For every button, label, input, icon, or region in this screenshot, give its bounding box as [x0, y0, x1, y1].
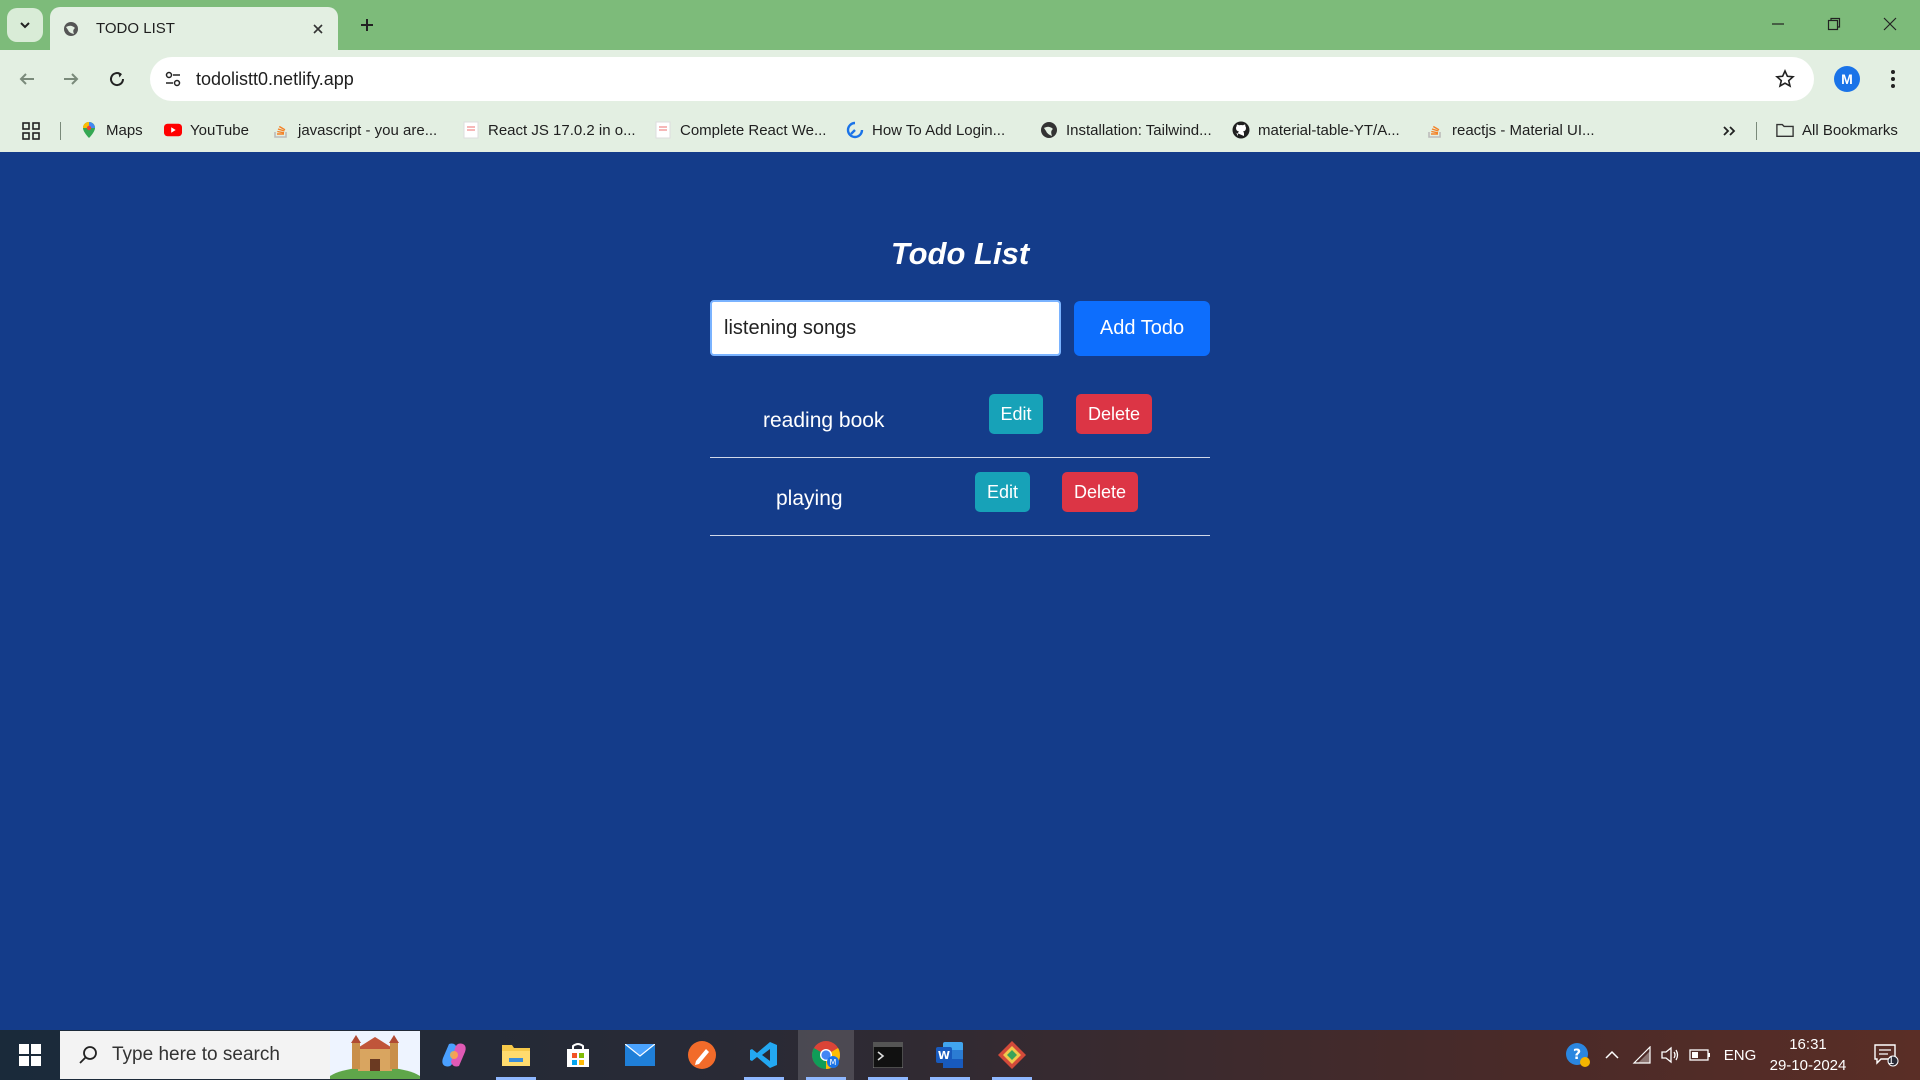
vscode-icon[interactable] [736, 1030, 792, 1080]
start-button[interactable] [0, 1030, 60, 1080]
mail-icon[interactable] [612, 1030, 668, 1080]
reload-button[interactable] [102, 64, 132, 94]
search-icon [76, 1043, 100, 1067]
page-icon [462, 121, 480, 139]
url-text[interactable]: todolistt0.netlify.app [196, 69, 1770, 90]
language-indicator[interactable]: ENG [1720, 1030, 1760, 1080]
todo-item: reading book Edit Delete [710, 394, 1210, 458]
bookmark-youtube[interactable]: YouTube [164, 116, 249, 144]
back-button[interactable] [12, 64, 42, 94]
stackoverflow-icon [272, 121, 290, 139]
chevron-up-icon[interactable] [1598, 1030, 1626, 1080]
tab-search-button[interactable] [7, 8, 43, 42]
todo-text: reading book [763, 409, 885, 432]
page-title: Todo List [890, 236, 1030, 271]
store-icon[interactable] [550, 1030, 606, 1080]
minimize-icon [1772, 23, 1784, 25]
taskbar-search[interactable]: Type here to search [60, 1031, 420, 1079]
github-icon [1232, 121, 1250, 139]
address-bar[interactable]: todolistt0.netlify.app [150, 57, 1814, 101]
windows-logo-icon [19, 1044, 41, 1066]
page-content: Todo List Add Todo reading book Edit Del… [0, 152, 1920, 1030]
tab-title: TODO LIST [96, 20, 175, 37]
chevron-double-right-icon[interactable] [1716, 118, 1742, 144]
clock-date: 29-10-2024 [1769, 1057, 1847, 1074]
arrow-left-icon [19, 73, 34, 85]
pen-app-icon[interactable] [674, 1030, 730, 1080]
taskbar: Type here to search M W ? ENG 16:31 29-1… [0, 1030, 1920, 1080]
youtube-icon [164, 121, 182, 139]
arrow-right-icon [64, 73, 79, 85]
globe-icon [1040, 121, 1058, 139]
network-icon[interactable] [1628, 1030, 1656, 1080]
bookmark-star-icon[interactable] [1770, 64, 1800, 94]
delete-button[interactable]: Delete [1062, 472, 1138, 512]
bookmark-complete-react[interactable]: Complete React We... [654, 116, 826, 144]
more-menu-icon[interactable] [1878, 64, 1908, 94]
svg-text:?: ? [1573, 1047, 1581, 1063]
clock[interactable]: 16:31 29-10-2024 [1764, 1034, 1852, 1076]
all-bookmarks-button[interactable]: All Bookmarks [1776, 116, 1898, 144]
close-icon[interactable] [306, 17, 330, 41]
forward-button[interactable] [56, 64, 86, 94]
edit-button[interactable]: Edit [989, 394, 1043, 434]
new-tab-button[interactable] [352, 10, 382, 40]
volume-icon[interactable] [1656, 1030, 1684, 1080]
add-todo-button[interactable]: Add Todo [1074, 301, 1210, 356]
divider [60, 122, 61, 140]
maps-icon [80, 121, 98, 139]
file-explorer-icon[interactable] [488, 1030, 544, 1080]
chevron-down-icon [20, 22, 30, 29]
active-tab[interactable]: TODO LIST [50, 7, 338, 50]
bookmark-material-table[interactable]: material-table-YT/A... [1232, 116, 1400, 144]
bookmark-how-to-add-login[interactable]: How To Add Login... [846, 116, 1005, 144]
site-icon [846, 121, 864, 139]
page-icon [654, 121, 672, 139]
bookmark-maps[interactable]: Maps [80, 116, 143, 144]
delete-button[interactable]: Delete [1076, 394, 1152, 434]
site-info-icon[interactable] [158, 64, 188, 94]
plus-icon [361, 19, 373, 31]
stackoverflow-icon [1426, 121, 1444, 139]
restore-icon [1827, 17, 1841, 31]
profile-avatar[interactable]: M [1834, 66, 1860, 92]
todo-input[interactable] [710, 300, 1061, 356]
restore-button[interactable] [1812, 4, 1856, 44]
minimize-button[interactable] [1756, 4, 1800, 44]
divider [1756, 122, 1757, 140]
bookmark-reactjs-material-ui[interactable]: reactjs - Material UI... [1426, 116, 1595, 144]
bookmark-react-js[interactable]: React JS 17.0.2 in o... [462, 116, 636, 144]
battery-icon[interactable] [1686, 1030, 1714, 1080]
git-icon[interactable] [984, 1030, 1040, 1080]
terminal-icon[interactable] [860, 1030, 916, 1080]
search-placeholder: Type here to search [112, 1044, 280, 1065]
globe-icon [62, 20, 80, 38]
help-icon[interactable]: ? [1562, 1030, 1594, 1080]
svg-text:W: W [938, 1049, 950, 1062]
bookmark-javascript[interactable]: javascript - you are... [272, 116, 437, 144]
search-highlight-illustration [330, 1031, 420, 1079]
clock-time: 16:31 [1789, 1036, 1827, 1053]
svg-text:M: M [830, 1058, 837, 1067]
chrome-icon[interactable]: M [798, 1030, 854, 1080]
close-window-button[interactable] [1868, 4, 1912, 44]
todo-text: playing [776, 487, 843, 510]
browser-toolbar: todolistt0.netlify.app M [0, 50, 1920, 108]
notifications-icon[interactable]: 1 [1866, 1030, 1906, 1080]
close-icon [1883, 17, 1897, 31]
copilot-icon[interactable] [426, 1030, 482, 1080]
apps-grid-icon[interactable] [18, 118, 44, 144]
edit-button[interactable]: Edit [975, 472, 1030, 512]
reload-icon [110, 72, 125, 87]
notification-count: 1 [1888, 1055, 1895, 1067]
bookmark-installation-tailwind[interactable]: Installation: Tailwind... [1040, 116, 1212, 144]
browser-tab-bar: TODO LIST [0, 0, 1920, 50]
todo-item: playing Edit Delete [710, 472, 1210, 536]
word-icon[interactable]: W [922, 1030, 978, 1080]
bookmarks-bar: Maps YouTube javascript - you are... Rea… [0, 108, 1920, 152]
folder-icon [1776, 121, 1794, 139]
